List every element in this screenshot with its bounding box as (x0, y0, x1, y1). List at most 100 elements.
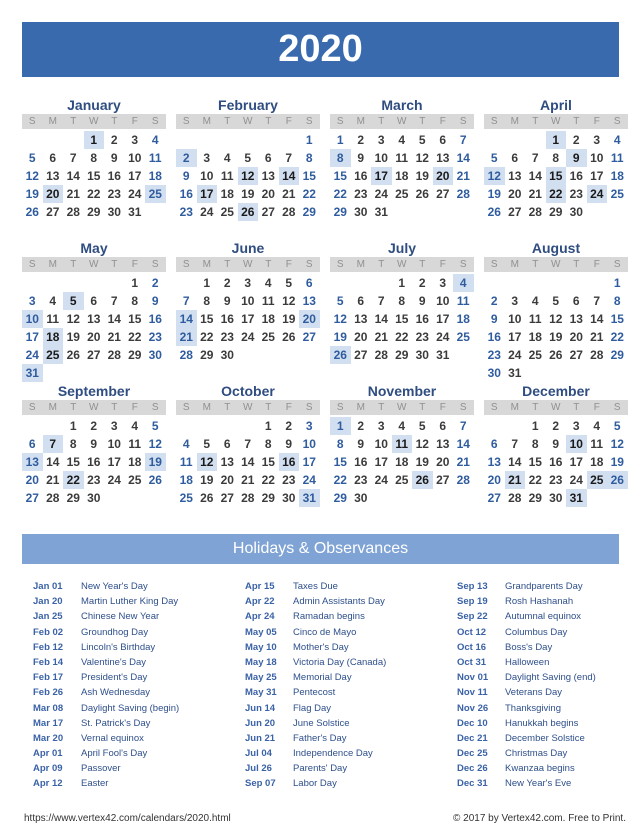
day-cell-holiday: 17 (196, 185, 217, 203)
day-cell: 5 (28, 151, 36, 165)
weekday-label: S (336, 402, 344, 413)
day-cell-holiday: 25 (42, 346, 63, 364)
holiday-item: Apr 09 Passover (33, 761, 179, 776)
day-cell: 15 (128, 312, 142, 326)
day-cell: 5 (203, 437, 211, 451)
empty-cell (43, 131, 64, 149)
day-cell: 25 (261, 330, 275, 344)
day-cell: 28 (456, 187, 470, 201)
holiday-name: Kwanzaa begins (505, 763, 575, 775)
holiday-item: Sep 13 Grandparents Day (457, 579, 596, 594)
month-may: May S M T W T F S 1 2 3 4 5 6 7 8 9 10 11 12 13 14 15 16 17 18 19 2… (22, 239, 166, 382)
holiday-date: Feb 12 (33, 641, 64, 653)
month-name: January (67, 97, 121, 113)
day-cell: 27 (25, 491, 39, 505)
day-cell: 8 (69, 437, 77, 451)
day-cell: 31 (374, 205, 388, 219)
day-cell: 2 (110, 133, 118, 147)
day-cell: 14 (528, 169, 542, 183)
day-cell: 2 (90, 419, 98, 433)
day-cell: 1 (264, 419, 272, 433)
day-cell-holiday: 19 (145, 453, 166, 471)
day-cell-holiday: 20 (432, 167, 453, 185)
day-cell: 30 (487, 366, 501, 380)
day-cell: 18 (179, 473, 193, 487)
weekday-label: M (510, 259, 519, 270)
day-cell: 22 (395, 330, 409, 344)
day-cell: 10 (128, 151, 142, 165)
day-cell: 17 (241, 312, 255, 326)
holiday-date: Feb 02 (33, 626, 64, 638)
day-cell-holiday: 26 (237, 203, 258, 221)
empty-cell (330, 274, 351, 292)
day-cell-holiday: 31 (299, 489, 320, 507)
day-cell: 21 (46, 473, 60, 487)
weekday-label: S (305, 402, 313, 413)
day-cell-holiday: 13 (22, 453, 43, 471)
holiday-date: Feb 17 (33, 672, 64, 684)
day-cell: 9 (285, 437, 293, 451)
day-cell-holiday: 26 (607, 471, 628, 489)
holiday-name: St. Patrick's Day (81, 717, 151, 729)
day-cell: 25 (610, 187, 624, 201)
day-cell: 11 (590, 437, 604, 451)
holiday-item: Nov 01 Daylight Saving (end) (457, 670, 596, 685)
day-cell: 9 (223, 294, 231, 308)
day-cell-holiday: 20 (299, 310, 320, 328)
day-cell: 22 (261, 473, 275, 487)
day-cell: 23 (487, 348, 501, 362)
holiday-name: Pentecost (293, 687, 336, 699)
weekday-label: M (48, 259, 57, 270)
holiday-item: Sep 07 Labor Day (245, 776, 386, 791)
weekday-label: F (439, 259, 446, 270)
day-cell: 20 (87, 330, 101, 344)
weekday-label: M (48, 402, 57, 413)
holiday-name: Victoria Day (Canada) (293, 656, 387, 668)
holiday-date: Mar 08 (33, 702, 64, 714)
day-cell: 10 (436, 294, 450, 308)
day-cell: 29 (200, 348, 214, 362)
day-cell: 3 (203, 151, 211, 165)
day-cell: 25 (456, 330, 470, 344)
day-cell: 5 (285, 276, 293, 290)
weekday-header: SMTWTFS (176, 114, 320, 129)
year-title: 2020 (22, 22, 619, 77)
day-cell: 8 (398, 294, 406, 308)
day-cell-holiday: 15 (545, 167, 566, 185)
holiday-item: May 18 Victoria Day (Canada) (245, 655, 386, 670)
empty-cell (22, 131, 43, 149)
day-cell: 3 (377, 133, 385, 147)
day-cell: 27 (220, 491, 234, 505)
day-cell: 2 (572, 133, 580, 147)
weekday-label: M (202, 116, 211, 127)
holiday-name: Autumnal equinox (505, 611, 582, 623)
empty-cell (22, 274, 43, 292)
day-cell: 23 (569, 187, 583, 201)
weekday-label: T (70, 116, 77, 127)
footer-url[interactable]: https://www.vertex42.com/calendars/2020.… (24, 813, 231, 824)
weekday-label: T (70, 259, 77, 270)
holiday-column: Apr 15 Taxes Due Apr 22 Admin Assistants Da… (245, 579, 386, 792)
day-cell: 8 (203, 294, 211, 308)
day-cell: 19 (241, 187, 255, 201)
weekday-label: W (243, 116, 253, 127)
day-cell: 7 (69, 151, 77, 165)
day-cell: 30 (107, 205, 121, 219)
holiday-date: May 25 (245, 672, 277, 684)
days-grid: 1 2 3 4 5 6 7 8 9 10 11 12 13 14 15 16 17 18 19 20 21 22 23 24 2… (484, 131, 628, 221)
empty-cell (525, 274, 546, 292)
day-cell: 14 (241, 455, 255, 469)
day-cell: 20 (487, 473, 501, 487)
day-cell: 15 (610, 312, 624, 326)
day-cell: 24 (200, 205, 214, 219)
day-cell: 29 (87, 205, 101, 219)
day-cell: 16 (549, 455, 563, 469)
empty-cell (197, 417, 218, 435)
holiday-date: May 10 (245, 641, 277, 653)
holiday-date: Jan 20 (33, 596, 63, 608)
holiday-name: Valentine's Day (81, 656, 147, 668)
day-cell: 19 (415, 455, 429, 469)
weekday-label: M (356, 116, 365, 127)
day-cell: 27 (302, 330, 316, 344)
month-november: November S M T W T F S 1 2 3 4 5 6 7 8 9 10 11 12 13 14 15 16 17… (330, 382, 474, 507)
